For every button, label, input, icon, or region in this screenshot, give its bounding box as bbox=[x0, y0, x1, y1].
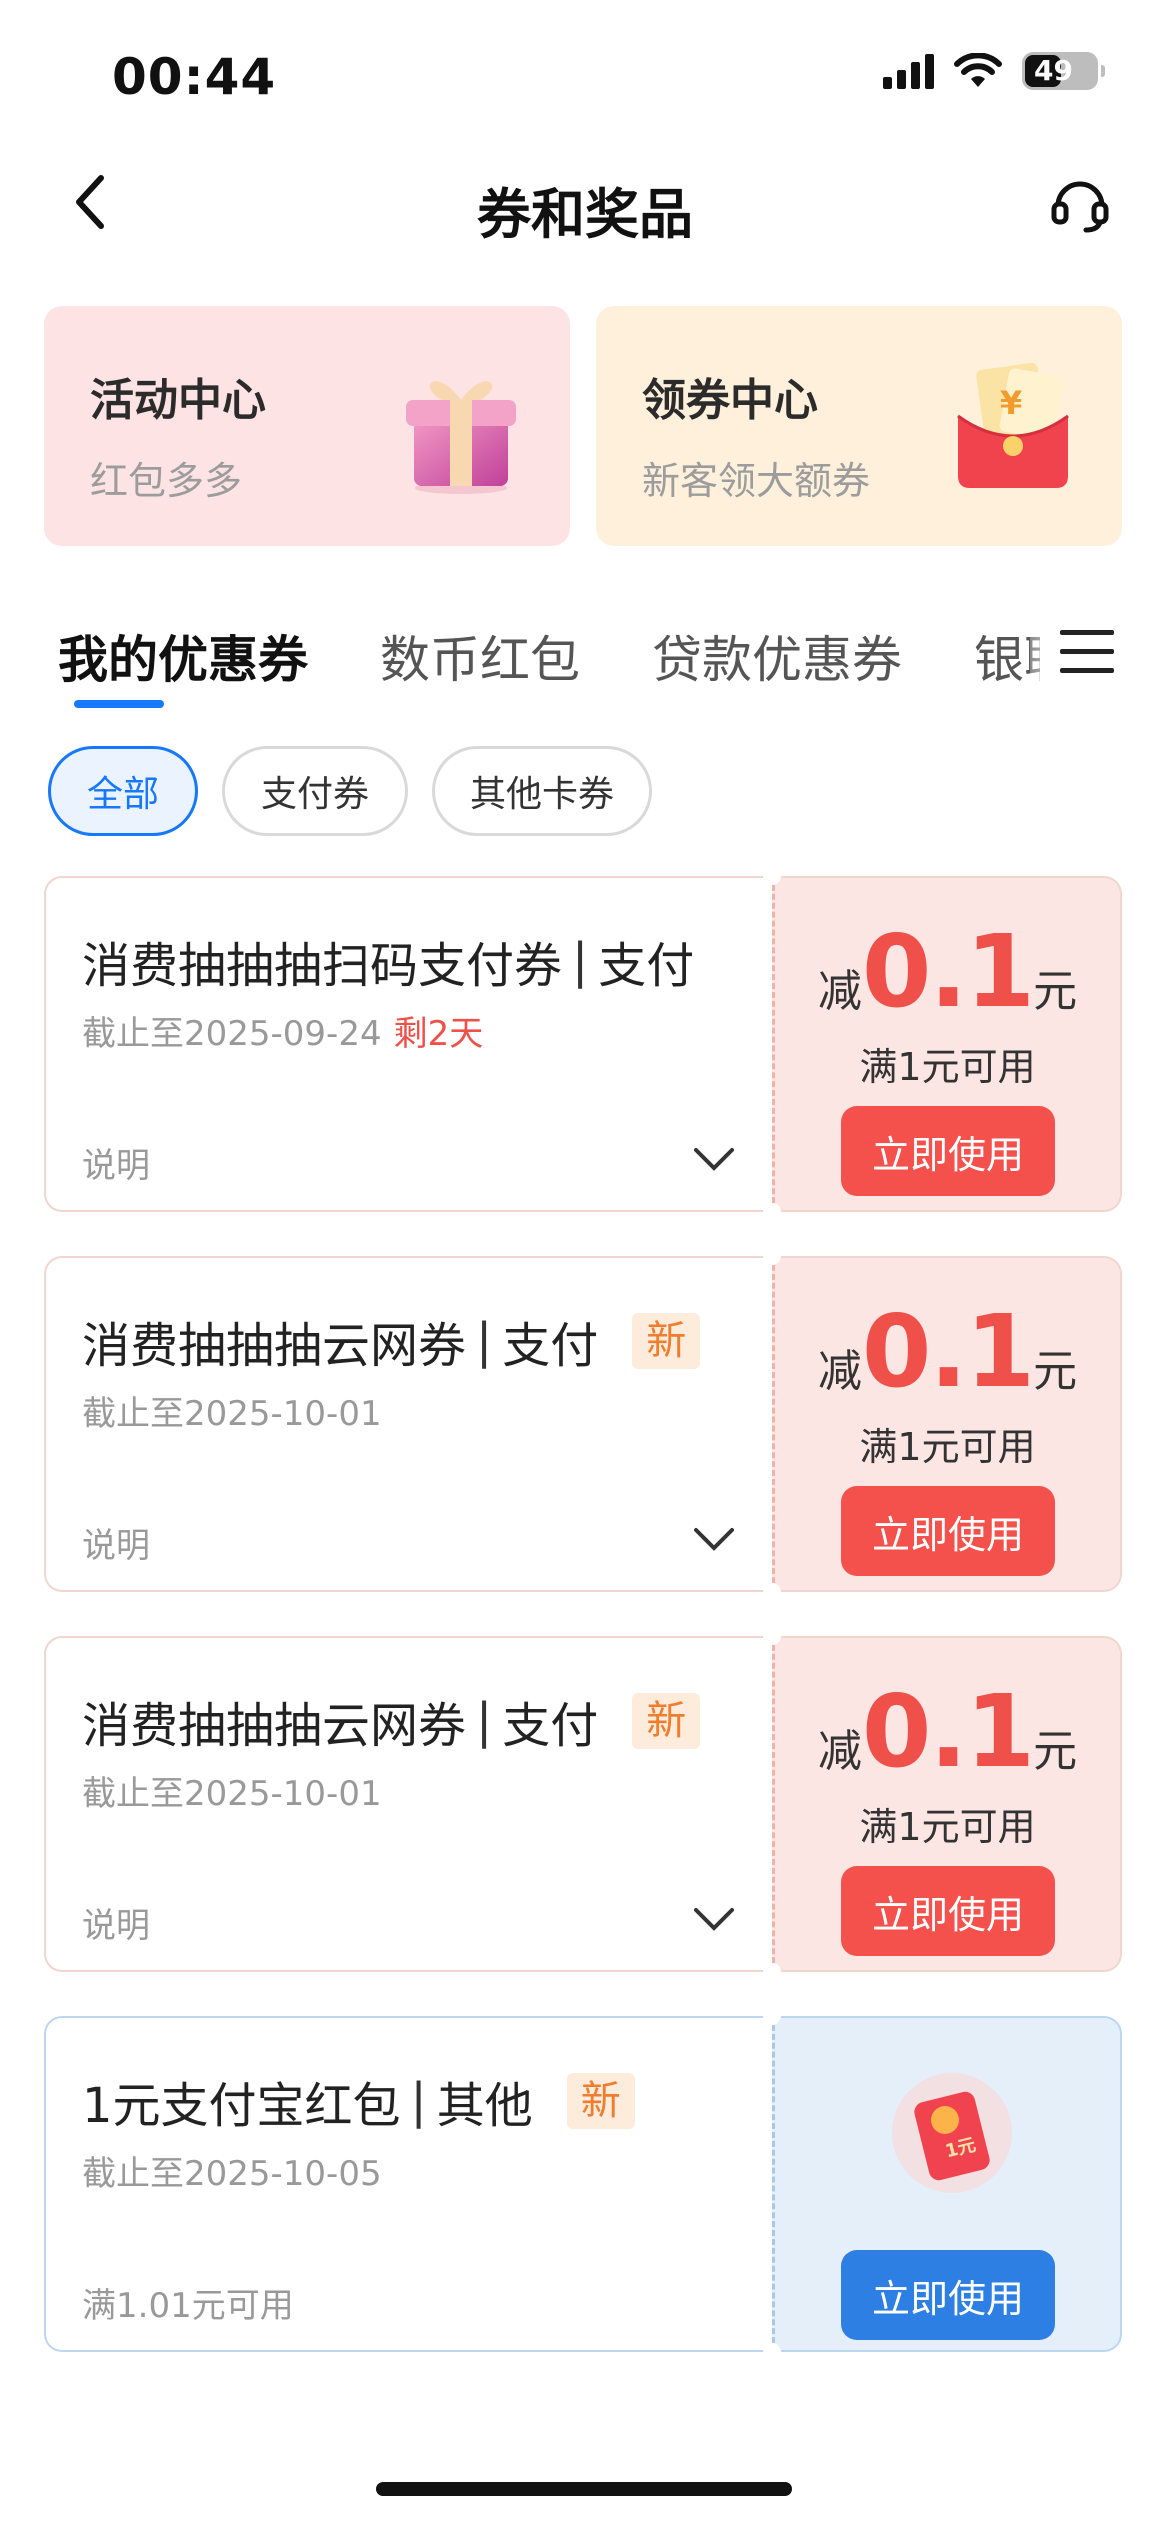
tab-loan-coupons[interactable]: 贷款优惠券 bbox=[652, 620, 902, 690]
chip-other-cards[interactable]: 其他卡券 bbox=[432, 746, 652, 836]
tab-my-coupons[interactable]: 我的优惠券 bbox=[58, 620, 308, 690]
chip-all[interactable]: 全部 bbox=[48, 746, 198, 836]
coupon-description-toggle[interactable]: 说明 bbox=[82, 1898, 150, 1947]
gift-box-icon bbox=[406, 381, 516, 494]
coupon-title: 1元支付宝红包 | 其他 新 bbox=[82, 2066, 635, 2136]
days-remaining: 剩2天 bbox=[393, 1014, 484, 1054]
new-badge: 新 bbox=[632, 1693, 701, 1749]
coupon-expiry: 截止至2025-09-24 剩2天 bbox=[82, 1014, 484, 1054]
activity-center-card[interactable]: 活动中心 红包多多 bbox=[44, 306, 570, 546]
tab-digital-red-packet[interactable]: 数币红包 bbox=[380, 620, 580, 690]
page-title: 券和奖品 bbox=[477, 183, 693, 246]
status-icons: 49 bbox=[883, 52, 1105, 90]
battery-icon: 49 bbox=[1022, 52, 1105, 90]
filter-chips: 全部 支付券 其他卡券 bbox=[48, 746, 652, 836]
use-now-button[interactable]: 立即使用 bbox=[841, 1106, 1055, 1196]
usage-condition: 满1元可用 bbox=[859, 1045, 1036, 1089]
use-now-button[interactable]: 立即使用 bbox=[841, 1866, 1055, 1956]
coupon-tabs: 我的优惠券 数币红包 贷款优惠券 银联 bbox=[0, 610, 1040, 690]
coupon-title: 消费抽抽抽云网券 | 支付 新 bbox=[82, 1686, 701, 1756]
coupon-title: 消费抽抽抽云网券 | 支付 新 bbox=[82, 1306, 701, 1376]
usage-condition: 满1.01元可用 bbox=[82, 2286, 294, 2326]
discount-amount: 减 0.1 元 bbox=[817, 1673, 1078, 1790]
coupon-expiry: 截止至2025-10-01 bbox=[82, 1394, 382, 1434]
use-now-button[interactable]: 立即使用 bbox=[841, 1486, 1055, 1576]
customer-service-icon bbox=[1051, 181, 1109, 233]
chip-payment[interactable]: 支付券 bbox=[222, 746, 408, 836]
cellular-signal-icon bbox=[883, 53, 934, 89]
discount-amount: 减 0.1 元 bbox=[817, 1293, 1078, 1410]
svg-text:¥: ¥ bbox=[1000, 384, 1022, 422]
coupon-center-card[interactable]: 领券中心 新客领大额券 ¥ bbox=[596, 306, 1122, 546]
red-envelope-icon: 1元 bbox=[892, 2073, 1012, 2193]
battery-level: 49 bbox=[1034, 54, 1073, 87]
coupon-description-toggle[interactable]: 说明 bbox=[82, 1138, 150, 1187]
coupon-title: 消费抽抽抽扫码支付券 | 支付 bbox=[82, 933, 695, 994]
coupon-card: 消费抽抽抽扫码支付券 | 支付 截止至2025-09-24 剩2天 说明 减 0.1 元 … bbox=[44, 867, 1122, 1221]
usage-condition: 满1元可用 bbox=[859, 1805, 1036, 1849]
discount-amount: 减 0.1 元 bbox=[817, 913, 1078, 1030]
chevron-down-icon[interactable] bbox=[692, 1906, 736, 1934]
chevron-down-icon[interactable] bbox=[692, 1526, 736, 1554]
menu-icon[interactable] bbox=[1060, 628, 1114, 676]
status-time: 00:44 bbox=[112, 48, 277, 106]
chevron-down-icon[interactable] bbox=[692, 1146, 736, 1174]
home-indicator bbox=[376, 2482, 792, 2496]
red-envelope-coupon-icon: ¥ bbox=[957, 362, 1069, 488]
active-tab-indicator bbox=[74, 700, 164, 708]
usage-condition: 满1元可用 bbox=[859, 1425, 1036, 1469]
customer-service-button[interactable] bbox=[1048, 172, 1112, 236]
coupon-card: 消费抽抽抽云网券 | 支付 新 截止至2025-10-01 说明 减 0.1 元 满1元… bbox=[44, 1627, 1122, 1981]
coupon-expiry: 截止至2025-10-05 bbox=[82, 2154, 382, 2194]
coupon-expiry: 截止至2025-10-01 bbox=[82, 1774, 382, 1814]
new-badge: 新 bbox=[632, 1313, 701, 1369]
coupon-card: 1元支付宝红包 | 其他 新 截止至2025-10-05 满1.01元可用 1元 立… bbox=[44, 2007, 1122, 2361]
coupon-description-toggle[interactable]: 说明 bbox=[82, 1518, 150, 1567]
new-badge: 新 bbox=[566, 2073, 635, 2129]
use-now-button[interactable]: 立即使用 bbox=[841, 2250, 1055, 2340]
coupon-card: 消费抽抽抽云网券 | 支付 新 截止至2025-10-01 说明 减 0.1 元 满1元… bbox=[44, 1247, 1122, 1601]
wifi-icon bbox=[954, 53, 1002, 87]
